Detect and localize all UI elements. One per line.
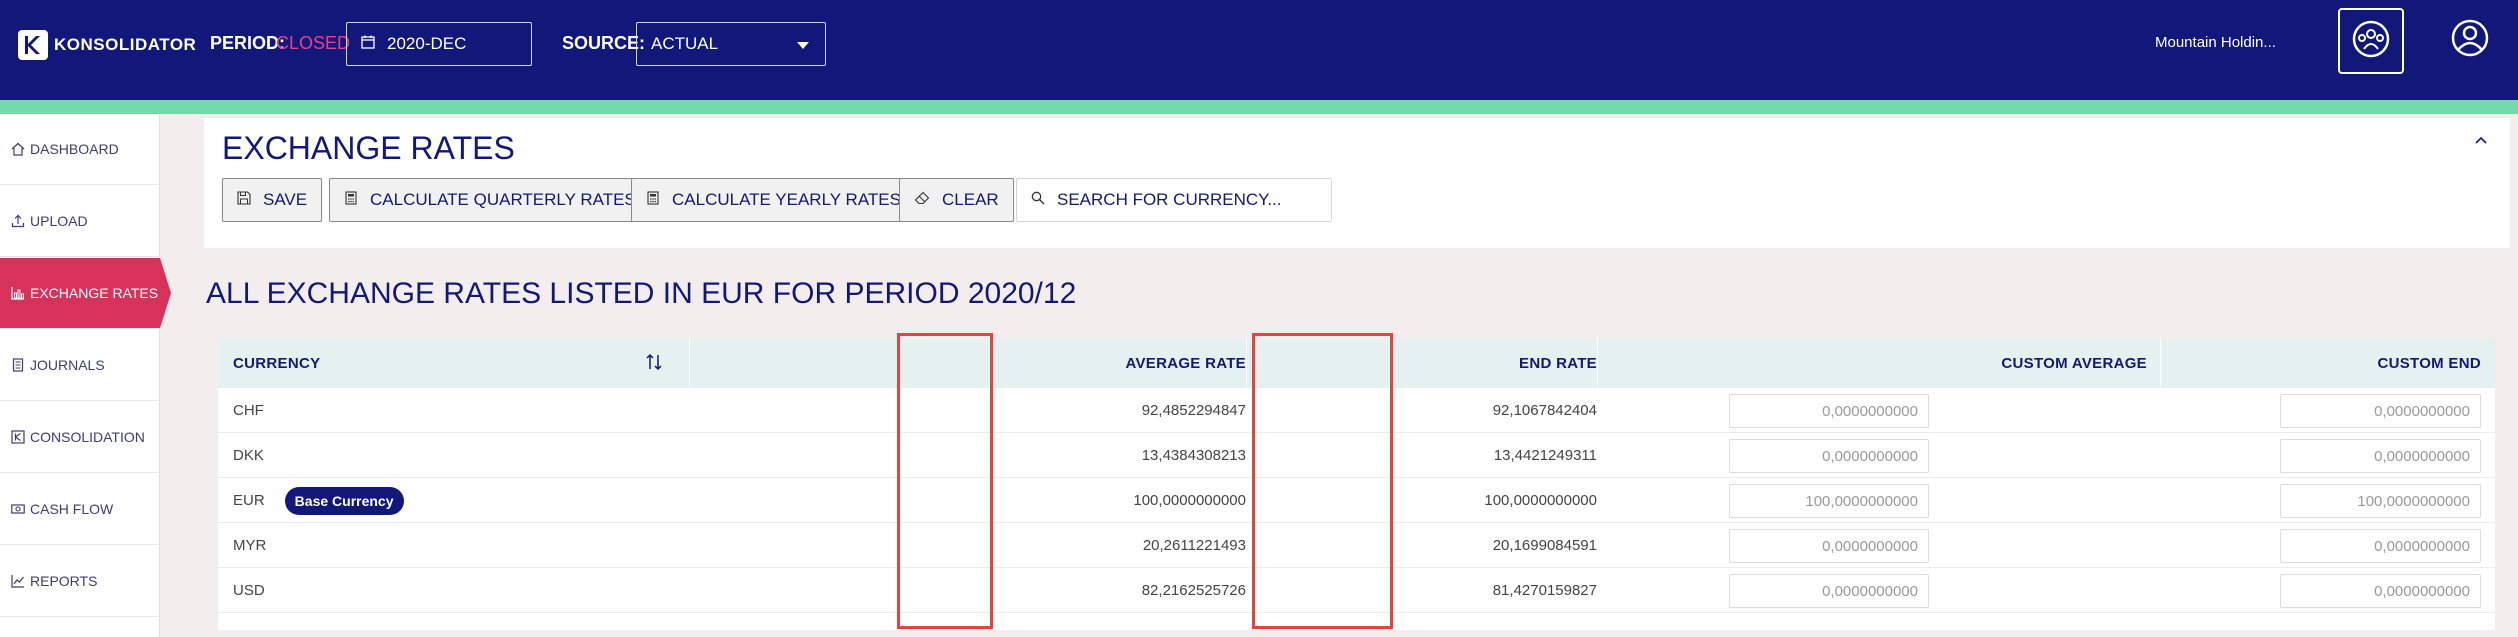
- journal-icon: [10, 357, 26, 373]
- source-label: SOURCE:: [562, 33, 646, 53]
- calculate-yearly-rates-button[interactable]: CALCULATE YEARLY RATES: [631, 178, 916, 222]
- column-header-custom-end[interactable]: CUSTOM END: [2160, 338, 2481, 388]
- custom-end-input[interactable]: 100,0000000000: [2280, 484, 2481, 518]
- profile-button[interactable]: [2448, 18, 2492, 62]
- chevron-down-icon: [797, 42, 809, 49]
- app-name: KONSOLIDATOR: [54, 35, 197, 54]
- column-label: CURRENCY: [233, 354, 321, 372]
- toolbar-panel: EXCHANGE RATES SAVE CALCULATE QUARTERLY …: [204, 118, 2510, 248]
- period-picker[interactable]: 2020-DEC: [346, 22, 532, 66]
- save-icon: [237, 190, 251, 210]
- custom-end-input[interactable]: 0,0000000000: [2280, 439, 2481, 473]
- page-title: EXCHANGE RATES: [222, 130, 515, 166]
- user-icon: [2450, 18, 2490, 63]
- calculate-yearly-label: CALCULATE YEARLY RATES: [672, 190, 901, 209]
- clear-button[interactable]: CLEAR: [899, 178, 1014, 222]
- average-rate-highlight-box: [897, 333, 993, 629]
- column-label: AVERAGE RATE: [1125, 354, 1246, 372]
- header-accent-strip: [0, 100, 2518, 114]
- organization-button[interactable]: [2338, 8, 2404, 74]
- upload-icon: [10, 213, 26, 229]
- sidebar-item-upload[interactable]: UPLOAD: [0, 186, 160, 257]
- sidebar-item-label: UPLOAD: [30, 213, 88, 229]
- save-label: SAVE: [263, 190, 308, 209]
- sidebar-item-label: CASH FLOW: [30, 501, 114, 517]
- custom-end-input[interactable]: 0,0000000000: [2280, 574, 2481, 608]
- sidebar-item-label: DASHBOARD: [30, 141, 119, 157]
- calculator-icon: [646, 190, 660, 210]
- sidebar-item-journals[interactable]: JOURNALS: [0, 330, 160, 401]
- period-value: 2020-DEC: [387, 34, 467, 53]
- period-status: CLOSED: [276, 33, 351, 53]
- calculator-icon: [344, 190, 358, 210]
- column-header-currency[interactable]: CURRENCY: [233, 338, 663, 388]
- line-chart-icon: [10, 573, 26, 589]
- custom-average-input[interactable]: 0,0000000000: [1729, 529, 1929, 563]
- search-icon: [1031, 190, 1045, 210]
- custom-average-input[interactable]: 0,0000000000: [1729, 574, 1929, 608]
- chevron-up-icon[interactable]: [2474, 132, 2488, 150]
- currency-code: DKK: [233, 447, 264, 464]
- currency-code: CHF: [233, 402, 264, 419]
- custom-average-input[interactable]: 100,0000000000: [1729, 484, 1929, 518]
- search-placeholder: SEARCH FOR CURRENCY...: [1057, 190, 1282, 209]
- currency-search-input[interactable]: SEARCH FOR CURRENCY...: [1016, 178, 1332, 222]
- calculate-quarterly-rates-button[interactable]: CALCULATE QUARTERLY RATES: [329, 178, 651, 222]
- save-button[interactable]: SAVE: [222, 178, 323, 222]
- currency-cell: EUR Base Currency: [233, 478, 404, 523]
- currency-code: MYR: [233, 537, 267, 554]
- custom-average-input[interactable]: 0,0000000000: [1729, 394, 1929, 428]
- sidebar-item-label: EXCHANGE RATES: [30, 285, 159, 301]
- sidebar-item-label: CONSOLIDATION: [30, 429, 145, 445]
- currency-code: USD: [233, 582, 265, 599]
- sidebar: DASHBOARD UPLOAD EXCHANGE RATES JOURNALS…: [0, 114, 171, 637]
- end-rate-highlight-box: [1252, 333, 1393, 629]
- clear-label: CLEAR: [942, 190, 999, 209]
- custom-end-input[interactable]: 0,0000000000: [2280, 529, 2481, 563]
- source-value: ACTUAL: [651, 34, 719, 53]
- source-select[interactable]: ACTUAL: [636, 22, 826, 66]
- column-label: END RATE: [1519, 354, 1597, 372]
- eraser-icon: [914, 190, 930, 210]
- custom-average-input[interactable]: 0,0000000000: [1729, 439, 1929, 473]
- sidebar-item-exchange-rates[interactable]: EXCHANGE RATES: [0, 258, 171, 329]
- sidebar-item-dashboard[interactable]: DASHBOARD: [0, 114, 160, 185]
- sidebar-item-reports[interactable]: REPORTS: [0, 546, 160, 617]
- top-navigation-bar: KONSOLIDATOR PERIOD: CLOSED 2020-DEC SOU…: [0, 0, 2518, 100]
- group-icon: [2351, 19, 2391, 64]
- exchange-rates-table: CURRENCY AVERAGE RATE END RATE CUSTOM AV…: [218, 333, 2495, 630]
- calculate-quarterly-label: CALCULATE QUARTERLY RATES: [370, 190, 636, 209]
- organization-name[interactable]: Mountain Holdin...: [2155, 34, 2276, 51]
- section-heading: ALL EXCHANGE RATES LISTED IN EUR FOR PER…: [206, 277, 1077, 310]
- consolidation-icon: [10, 429, 26, 445]
- konsolidator-logo-icon: [18, 30, 48, 60]
- column-label: CUSTOM AVERAGE: [2001, 354, 2147, 372]
- column-header-custom-average[interactable]: CUSTOM AVERAGE: [1597, 338, 2147, 388]
- sidebar-item-label: JOURNALS: [30, 357, 105, 373]
- bar-chart-icon: [10, 285, 26, 301]
- base-currency-badge: Base Currency: [284, 486, 404, 515]
- period-label: PERIOD:: [210, 33, 286, 53]
- sidebar-item-consolidation[interactable]: CONSOLIDATION: [0, 402, 160, 473]
- column-label: CUSTOM END: [2377, 354, 2481, 372]
- sidebar-item-cash-flow[interactable]: CASH FLOW: [0, 474, 160, 545]
- currency-code: EUR: [233, 492, 265, 509]
- home-icon: [10, 141, 26, 157]
- cash-icon: [10, 501, 26, 517]
- calendar-icon: [361, 34, 375, 54]
- app-logo[interactable]: KONSOLIDATOR: [18, 30, 196, 60]
- sort-icon[interactable]: [646, 353, 662, 376]
- custom-end-input[interactable]: 0,0000000000: [2280, 394, 2481, 428]
- sidebar-item-label: REPORTS: [30, 573, 98, 589]
